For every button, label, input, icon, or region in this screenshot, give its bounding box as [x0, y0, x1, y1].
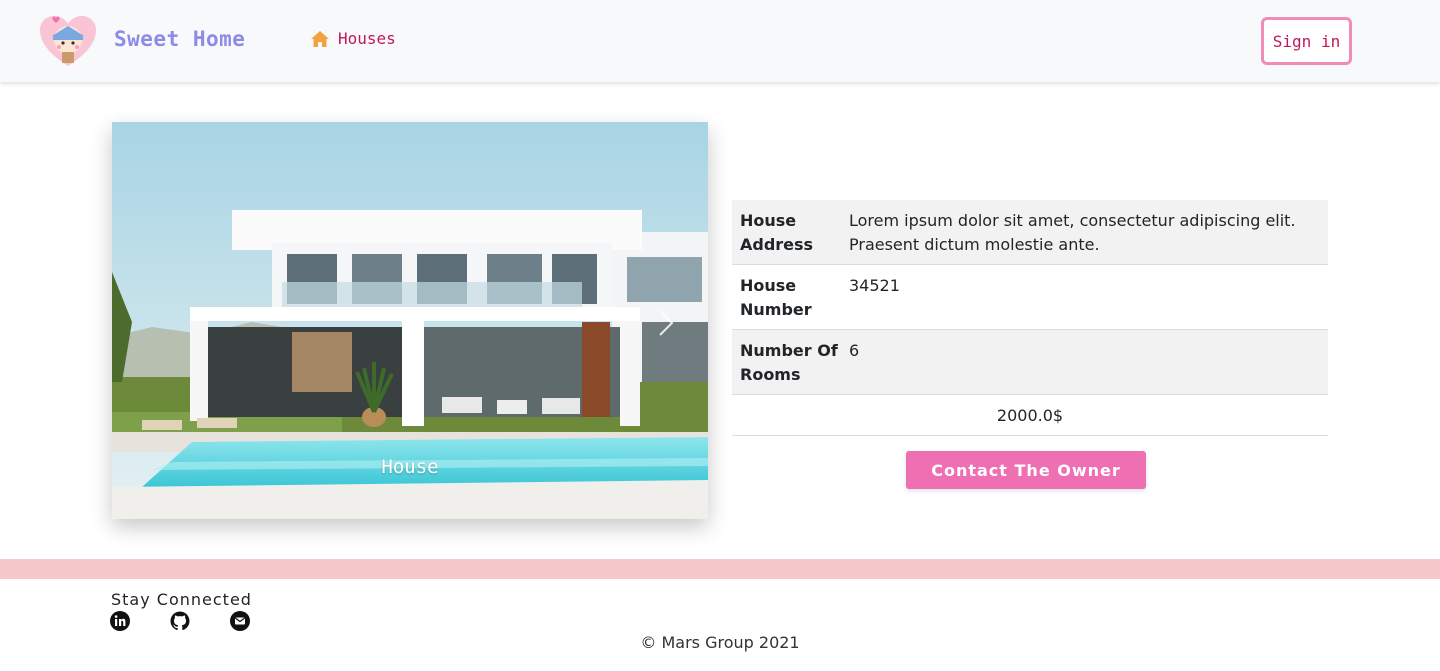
table-row: House Number 34521 [732, 265, 1328, 330]
house-number-value: 34521 [849, 276, 900, 295]
carousel-caption: House [381, 456, 439, 478]
footer-divider [0, 559, 1440, 579]
rooms-label: Number Of Rooms [740, 341, 838, 384]
table-row: House Address Lorem ipsum dolor sit amet… [732, 200, 1328, 265]
carousel-next-icon[interactable] [654, 308, 678, 338]
nav-houses-label: Houses [338, 29, 396, 48]
brand-logo-icon[interactable] [38, 14, 98, 68]
price-value: 2000.0$ [732, 395, 1328, 436]
house-image-carousel: House [112, 122, 708, 519]
brand-name[interactable]: Sweet Home [114, 27, 245, 51]
house-address-value: Lorem ipsum dolor sit amet, consectetur … [849, 211, 1296, 254]
email-icon[interactable] [230, 611, 250, 631]
contact-owner-button[interactable]: Contact The Owner [906, 451, 1146, 489]
rooms-value: 6 [849, 341, 860, 360]
sign-in-button[interactable]: Sign in [1261, 17, 1352, 65]
linkedin-icon[interactable] [110, 611, 130, 631]
github-icon[interactable] [170, 611, 190, 631]
table-row: Number Of Rooms 6 [732, 330, 1328, 395]
copyright-text: © Mars Group 2021 [640, 633, 800, 652]
home-icon [311, 30, 329, 47]
nav-houses-link[interactable]: Houses [310, 29, 396, 48]
house-details-table: House Address Lorem ipsum dolor sit amet… [732, 200, 1328, 436]
navbar: Sweet Home Houses Sign in [0, 0, 1440, 82]
house-address-label: House Address [740, 211, 814, 254]
house-number-label: House Number [740, 276, 812, 319]
stay-connected-heading: Stay Connected [111, 590, 252, 609]
